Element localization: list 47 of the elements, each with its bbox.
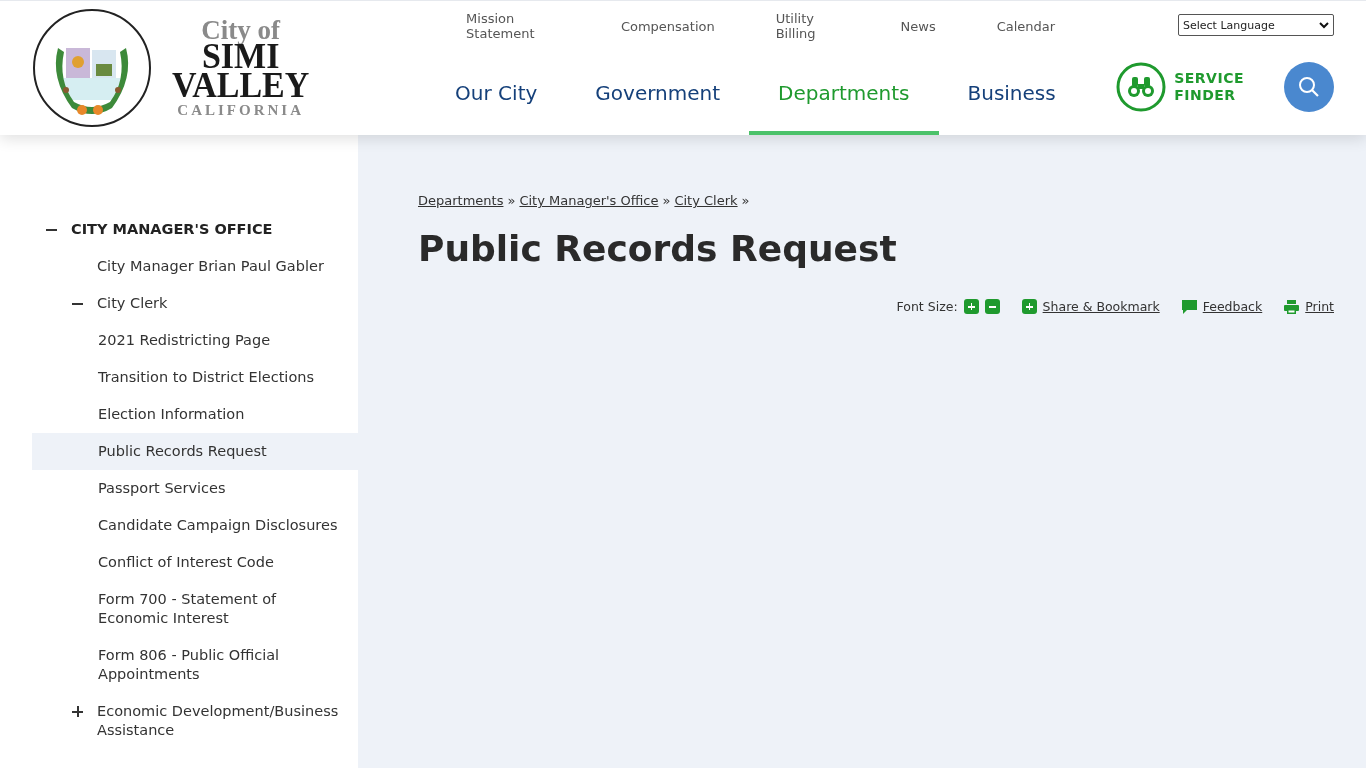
sidebar-item[interactable]: Public Records Request (32, 433, 358, 470)
breadcrumb-separator: » (741, 193, 750, 208)
print-link[interactable]: Print (1305, 299, 1334, 314)
nav-tab[interactable]: Government (566, 51, 750, 135)
sidebar-item[interactable]: Form 700 - Statement of Economic Interest (32, 581, 358, 637)
printer-icon (1284, 299, 1300, 314)
feedback-link[interactable]: Feedback (1202, 299, 1263, 314)
speech-bubble-icon (1181, 299, 1197, 314)
search-button[interactable] (1284, 62, 1334, 112)
nav-tab[interactable]: Our City (426, 51, 567, 135)
sidebar-item[interactable]: Form 806 - Public Official Appointments (32, 637, 358, 693)
breadcrumb-link[interactable]: City Clerk (674, 193, 738, 208)
utility-link[interactable]: Calendar (996, 18, 1056, 34)
sidebar-item[interactable]: Passport Services (32, 470, 358, 507)
chevron-icon (1319, 21, 1329, 29)
sidebar-item[interactable]: Economic Development/Business Assistance (32, 693, 358, 749)
search-icon (1298, 76, 1320, 98)
service-finder-link[interactable]: SERVICE FINDER (1116, 62, 1244, 112)
sidebar-item[interactable]: Election Information (32, 396, 358, 433)
increase-font-icon[interactable] (963, 299, 979, 314)
page-title: Public Records Request (418, 228, 898, 269)
share-link[interactable]: Share & Bookmark (1042, 299, 1160, 314)
breadcrumb-separator: » (662, 193, 671, 208)
nav-tab[interactable]: Departments (749, 51, 939, 135)
plus-icon (1021, 299, 1037, 314)
utility-link[interactable]: Compensation (620, 18, 715, 34)
utility-link[interactable]: Utility Billing (775, 11, 840, 41)
logo-text: CALIFORNIA (177, 104, 304, 117)
sidebar-item[interactable]: 2021 Redistricting Page (32, 322, 358, 359)
breadcrumb-link[interactable]: City Manager's Office (519, 193, 659, 208)
utility-link[interactable]: Mission Statement (466, 11, 560, 41)
decrease-font-icon[interactable] (984, 299, 1000, 314)
font-size-label: Font Size: (896, 299, 958, 314)
logo-text: City of (201, 19, 280, 43)
sidebar-item[interactable]: City Manager Brian Paul Gabler (32, 248, 358, 285)
sidebar-item[interactable]: Conflict of Interest Code (32, 544, 358, 581)
sidebar-item[interactable]: City Clerk (32, 285, 358, 322)
breadcrumb-separator: » (507, 193, 516, 208)
sidebar-item[interactable]: Transition to District Elections (32, 359, 358, 396)
sidebar-item[interactable]: Candidate Campaign Disclosures (32, 507, 358, 544)
breadcrumb-link[interactable]: Departments (418, 193, 504, 208)
sidebar-item[interactable]: CITY MANAGER'S OFFICE (32, 211, 358, 248)
utility-link[interactable]: News (900, 18, 936, 34)
logo-text: VALLEY (172, 70, 310, 101)
binoculars-icon (1116, 62, 1167, 112)
language-select[interactable]: Select Language (1178, 14, 1334, 36)
nav-tab[interactable]: Business (938, 51, 1085, 135)
